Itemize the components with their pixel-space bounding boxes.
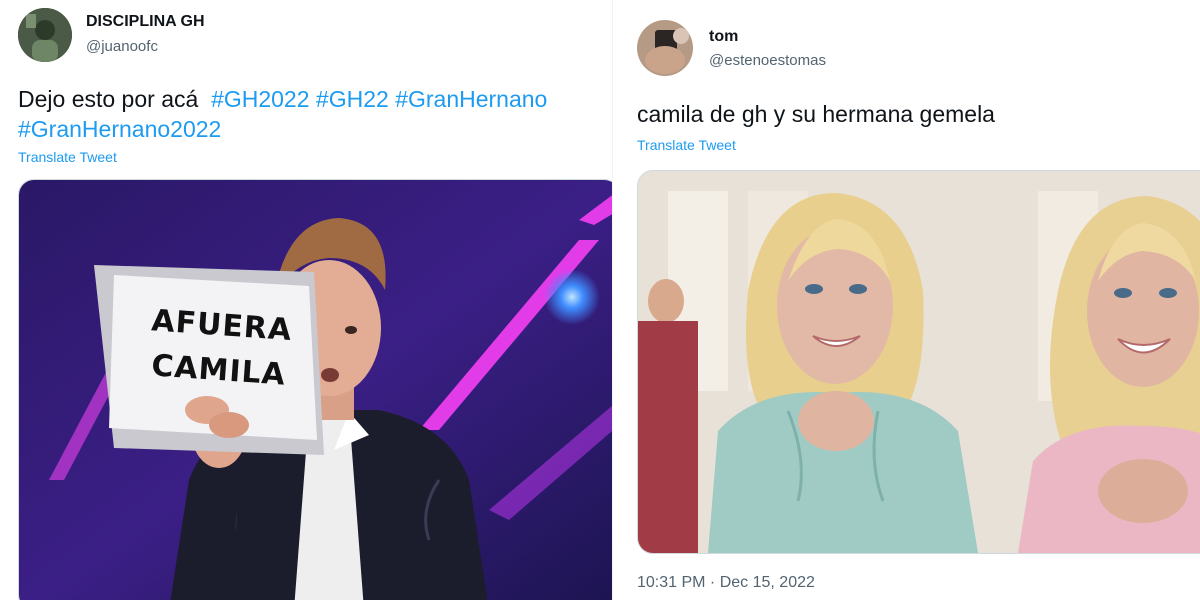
display-name[interactable]: tom — [709, 28, 738, 46]
translate-tweet-link[interactable]: Translate Tweet — [637, 137, 736, 153]
tweet-text: camila de gh y su hermana gemela — [637, 101, 995, 127]
tweet-text-line-2: #GranHernano2022 — [18, 114, 221, 144]
hashtag-link[interactable]: #GH22 — [316, 86, 389, 112]
tweet-left: DISCIPLINA GH @juanoofc Dejo esto por ac… — [0, 0, 612, 600]
handle[interactable]: @estenoestomas — [709, 52, 826, 69]
avatar-image — [18, 8, 72, 62]
divider — [612, 0, 619, 600]
tweet-media[interactable] — [637, 170, 1200, 554]
hashtag-link[interactable]: #GranHernano2022 — [18, 116, 221, 142]
tweet-media[interactable]: AFUERA CAMILA — [18, 179, 612, 600]
avatar-image — [637, 20, 693, 76]
tweet-text-plain: Dejo esto por acá — [18, 86, 199, 112]
tweet-timestamp[interactable]: 10:31 PM · Dec 15, 2022 — [637, 574, 815, 592]
twins-movie-still — [638, 171, 1200, 553]
avatar[interactable] — [18, 8, 72, 62]
avatar[interactable] — [637, 20, 693, 76]
hashtag-link[interactable]: #GH2022 — [211, 86, 309, 112]
tweet-right: tom @estenoestomas camila de gh y su her… — [619, 0, 1200, 600]
display-name[interactable]: DISCIPLINA GH — [86, 13, 205, 31]
translate-tweet-link[interactable]: Translate Tweet — [18, 149, 117, 165]
tv-host-photo: AFUERA CAMILA — [19, 180, 612, 600]
tweet-text: Dejo esto por acá #GH2022 #GH22 #GranHer… — [18, 84, 547, 114]
hashtag-link[interactable]: #GranHernano — [395, 86, 547, 112]
handle[interactable]: @juanoofc — [86, 38, 158, 55]
